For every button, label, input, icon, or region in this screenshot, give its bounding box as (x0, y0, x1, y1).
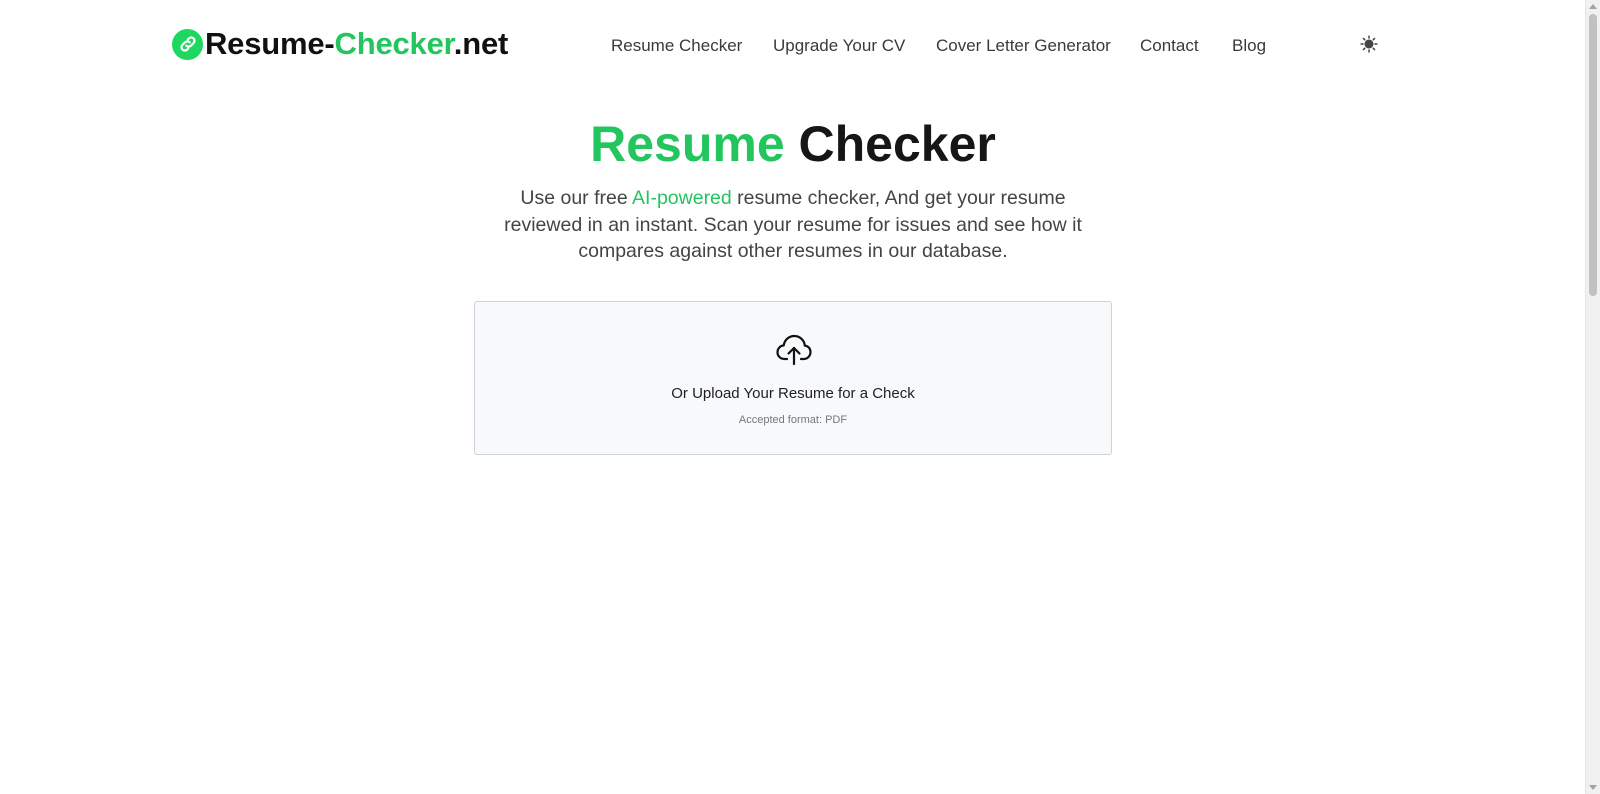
scroll-down-arrow-icon[interactable] (1589, 785, 1597, 790)
nav-resume-checker[interactable]: Resume Checker (611, 34, 742, 58)
nav-upgrade-your-cv[interactable]: Upgrade Your CV (773, 34, 905, 58)
sun-icon (1360, 35, 1378, 53)
link-icon (172, 28, 203, 60)
nav-contact[interactable]: Contact (1140, 34, 1199, 58)
scrollbar-thumb[interactable] (1589, 14, 1597, 296)
cloud-upload-icon (776, 334, 812, 366)
resume-upload-dropzone[interactable]: Or Upload Your Resume for a Check Accept… (474, 301, 1112, 455)
page-scrollbar[interactable] (1585, 0, 1600, 794)
logo-wordmark: Resume-Checker.net (205, 26, 509, 61)
accepted-format-note: Accepted format: PDF (738, 414, 848, 426)
ai-powered-highlight: AI-powered (632, 187, 732, 209)
nav-blog[interactable]: Blog (1232, 34, 1266, 58)
upload-label: Or Upload Your Resume for a Check (671, 385, 915, 402)
page-subtitle: Use our free AI-powered resume checker, … (504, 187, 1082, 262)
site-logo[interactable]: Resume-Checker.net (172, 24, 508, 64)
page-title: Resume Checker (590, 116, 996, 172)
theme-toggle-button[interactable] (1358, 33, 1380, 55)
scroll-up-arrow-icon[interactable] (1589, 4, 1597, 9)
nav-cover-letter-generator[interactable]: Cover Letter Generator (936, 34, 1111, 58)
